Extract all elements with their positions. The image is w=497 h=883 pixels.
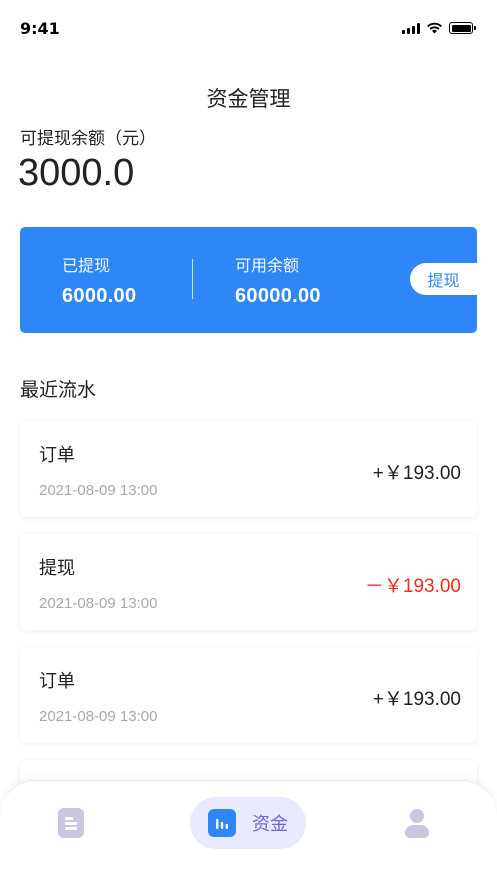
transaction-time: 2021-08-09 13:00 (39, 482, 158, 499)
available-label: 可用余额 (235, 256, 300, 275)
withdrawn-value: 6000.00 (62, 285, 137, 307)
page-title: 资金管理 (206, 87, 291, 111)
tab-orders[interactable] (56, 808, 86, 838)
card-divider (192, 259, 193, 299)
transaction-time: 2021-08-09 13:00 (39, 708, 158, 725)
transaction-time: 2021-08-09 13:00 (39, 595, 158, 612)
transaction-item[interactable]: 订单 2021-08-09 13:00 +￥193.00 (20, 421, 477, 517)
status-icons (402, 22, 476, 34)
transaction-item[interactable]: 订单 2021-08-09 13:00 +￥193.00 (20, 647, 477, 743)
bar-chart-icon (208, 809, 236, 837)
status-time: 9:41 (20, 19, 60, 38)
balance-label: 可提现余额（元） (20, 129, 156, 149)
transaction-type: 提现 (39, 558, 75, 579)
transaction-amount: －￥193.00 (364, 576, 461, 597)
available-stat: 可用余额 60000.00 (235, 252, 321, 308)
tab-funds[interactable]: 资金 (190, 797, 306, 849)
available-value: 60000.00 (235, 285, 321, 307)
tab-bar: 资金 (0, 780, 497, 883)
tab-funds-label: 资金 (252, 814, 288, 835)
battery-icon (449, 22, 476, 34)
withdraw-button[interactable]: 提现 (410, 263, 477, 295)
transaction-amount: +￥193.00 (372, 689, 461, 710)
transaction-type: 订单 (39, 671, 75, 692)
withdrawn-stat: 已提现 6000.00 (62, 252, 136, 308)
cellular-signal-icon (402, 22, 420, 34)
balance-value: 3000.0 (18, 152, 135, 194)
transaction-item[interactable]: 提现 2021-08-09 13:00 －￥193.00 (20, 534, 477, 630)
status-bar: 9:41 (0, 0, 497, 58)
document-icon (58, 808, 84, 838)
transaction-amount: +￥193.00 (372, 463, 461, 484)
withdrawn-label: 已提现 (62, 256, 111, 275)
user-icon (404, 809, 430, 839)
summary-card: 已提现 6000.00 可用余额 60000.00 提现 (20, 227, 477, 333)
wifi-icon (427, 22, 442, 34)
recent-section-title: 最近流水 (20, 379, 97, 401)
tab-profile[interactable] (402, 808, 432, 840)
transaction-type: 订单 (39, 445, 75, 466)
